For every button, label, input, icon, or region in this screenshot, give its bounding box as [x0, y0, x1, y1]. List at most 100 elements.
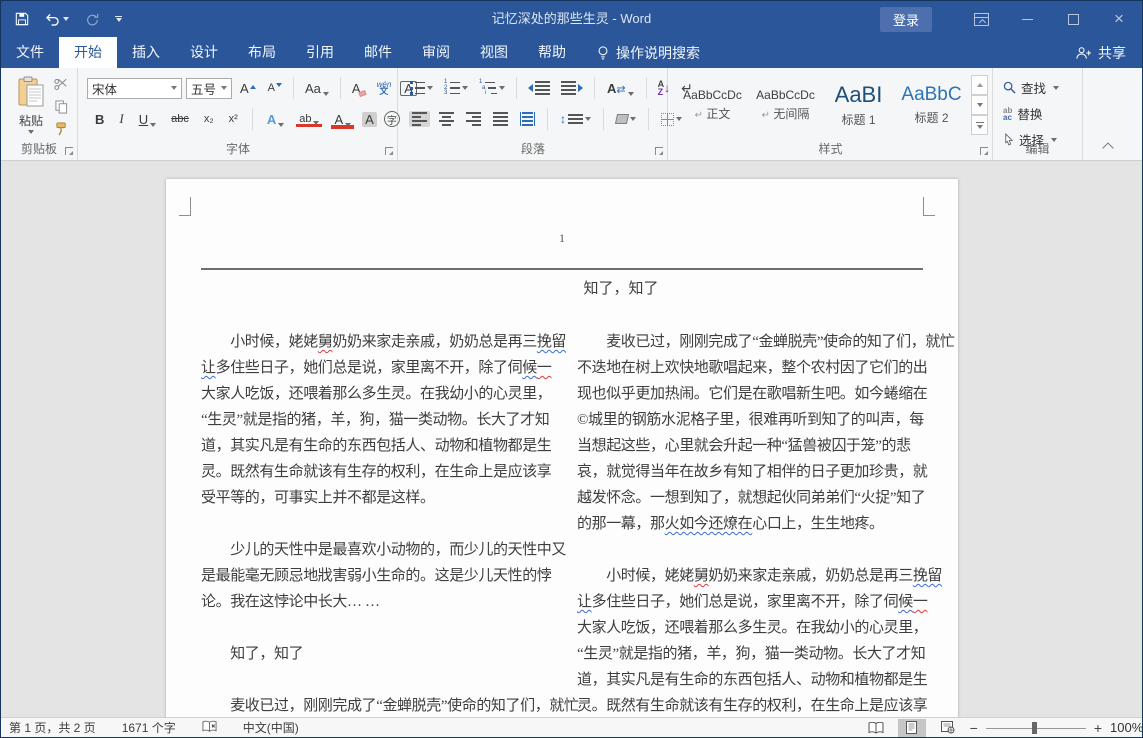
share-button[interactable]: 共享	[1075, 37, 1126, 68]
zoom-level[interactable]: 100%	[1110, 720, 1132, 735]
align-right-button[interactable]	[463, 111, 484, 127]
redo-icon[interactable]	[85, 12, 99, 26]
styles-scroll-up-button[interactable]	[971, 75, 988, 95]
distribute-button[interactable]	[517, 111, 538, 127]
shading-button[interactable]	[613, 113, 639, 125]
document-text-line[interactable]: 让多住些日子，她们总是说，家里离不开，除了伺候一	[577, 589, 933, 615]
multilevel-list-button[interactable]: 1ai	[476, 80, 508, 96]
document-text-line[interactable]	[201, 667, 557, 693]
save-icon[interactable]	[15, 12, 29, 26]
document-text-line[interactable]: 现也似乎更加热闹。它们是在歌唱新生吧。如今蜷缩在	[577, 381, 933, 407]
document-text-line[interactable]: 灵。既然有生命就该有生存的权利，在生命上是应该享	[201, 459, 557, 485]
undo-icon[interactable]	[45, 13, 69, 26]
line-spacing-button[interactable]: ↕	[557, 111, 594, 127]
section-title[interactable]: 知了，知了	[583, 277, 658, 298]
document-text-line[interactable]: 大家人吃饭，还喂着那么多生灵。在我幼小的心灵里，	[577, 615, 933, 641]
document-text-line[interactable]: 受平等的，可事实上并不都是这样。	[201, 485, 557, 511]
tab-insert[interactable]: 插入	[117, 37, 175, 68]
character-shading-button[interactable]: A	[362, 112, 377, 127]
tab-file[interactable]: 文件	[1, 37, 59, 68]
document-area[interactable]: 1 知了，知了 小时候，姥姥舅奶奶来家走亲戚，奶奶总是再三挽留让多住些日子，她们…	[1, 162, 1142, 719]
font-name-combo[interactable]: 宋体	[87, 78, 182, 99]
shrink-font-button[interactable]: A	[264, 81, 286, 95]
web-layout-button[interactable]	[934, 719, 962, 737]
document-text-line[interactable]: 当想起这些，心里就会升起一种“猛兽被囚于笼”的悲	[577, 433, 933, 459]
align-left-button[interactable]	[409, 111, 430, 127]
document-text-line[interactable]: 哀，就觉得当年在故乡有知了相伴的日子更加珍贵，就	[577, 459, 933, 485]
read-mode-button[interactable]	[862, 719, 890, 737]
format-painter-button[interactable]	[51, 120, 71, 137]
document-text-line[interactable]: 的那一幕，那火如今还燎在心口上，生生地疼。	[577, 511, 933, 537]
document-text-line[interactable]: 小时候，姥姥舅奶奶来家走亲戚，奶奶总是再三挽留	[577, 563, 933, 589]
document-text-line[interactable]: “生灵”就是指的猪，羊，狗，猫一类动物。长大了才知	[577, 641, 933, 667]
copy-button[interactable]	[51, 98, 71, 115]
tab-help[interactable]: 帮助	[523, 37, 581, 68]
document-text-line[interactable]: “生灵”就是指的猪，羊，狗，猫一类动物。长大了才知	[201, 407, 557, 433]
styles-scroll-down-button[interactable]	[971, 95, 988, 115]
styles-dialog-launcher[interactable]	[980, 147, 988, 155]
tab-references[interactable]: 引用	[291, 37, 349, 68]
zoom-in-button[interactable]: +	[1094, 720, 1102, 736]
maximize-button[interactable]	[1050, 1, 1096, 37]
document-text-line[interactable]: 小时候，姥姥舅奶奶来家走亲戚，奶奶总是再三挽留	[201, 329, 557, 355]
tab-design[interactable]: 设计	[175, 37, 233, 68]
font-color-button[interactable]: A	[330, 111, 355, 128]
page-indicator[interactable]: 第 1 页，共 2 页	[9, 719, 96, 736]
document-text-line[interactable]: 灵。既然有生命就该有生存的权利，在生命上是应该享	[577, 693, 933, 719]
document-text-line[interactable]: 越发怀念。一想到知了，就想起伙同弟弟们“火捉”知了	[577, 485, 933, 511]
font-dialog-launcher[interactable]	[385, 147, 393, 155]
document-text-line[interactable]: 少儿的天性中是最喜欢小动物的，而少儿的天性中又	[201, 537, 557, 563]
ribbon-display-options-button[interactable]	[958, 1, 1004, 37]
bold-button[interactable]: B	[91, 111, 108, 128]
language-indicator[interactable]: 中文(中国)	[243, 719, 299, 736]
paste-button[interactable]: 粘贴	[9, 76, 53, 134]
italic-button[interactable]: I	[115, 110, 127, 128]
document-text-line[interactable]: ©城里的钢筋水泥格子里，很难再听到知了的叫声，每	[577, 407, 933, 433]
document-text-line[interactable]: 麦收已过，刚刚完成了“金蝉脱壳”使命的知了们，就忙	[577, 329, 933, 355]
superscript-button[interactable]: x²	[225, 112, 242, 126]
document-text-line[interactable]	[201, 615, 557, 641]
tab-review[interactable]: 审阅	[407, 37, 465, 68]
minimize-button[interactable]	[1004, 1, 1050, 37]
underline-button[interactable]: U	[135, 111, 160, 128]
find-button[interactable]: 查找	[1003, 78, 1082, 97]
tab-view[interactable]: 视图	[465, 37, 523, 68]
numbering-button[interactable]: 123	[441, 80, 471, 96]
grow-font-button[interactable]: A	[236, 80, 260, 97]
document-text-line[interactable]: 道，其实凡是有生命的东西包括人、动物和植物都是生	[201, 433, 557, 459]
enclose-characters-button[interactable]: 字	[384, 111, 400, 127]
cut-button[interactable]	[51, 76, 71, 93]
align-center-button[interactable]	[436, 111, 457, 127]
justify-button[interactable]	[490, 111, 511, 127]
style-normal[interactable]: AaBbCcDc ↵ 正文	[677, 75, 748, 135]
document-text-line[interactable]: 道，其实凡是有生命的东西包括人、动物和植物都是生	[577, 667, 933, 693]
print-layout-button[interactable]	[898, 719, 926, 737]
customize-qat-icon[interactable]	[115, 16, 122, 22]
document-text-line[interactable]: 让多住些日子，她们总是说，家里离不开，除了伺候一	[201, 355, 557, 381]
style-heading2[interactable]: AaBbC 标题 2	[896, 75, 967, 135]
document-text-line[interactable]	[201, 511, 557, 537]
strikethrough-button[interactable]: abc	[167, 112, 193, 126]
proofing-status[interactable]	[202, 720, 217, 736]
word-count[interactable]: 1671 个字	[122, 719, 176, 736]
replace-button[interactable]: abac 替换	[1003, 104, 1082, 123]
zoom-slider-handle[interactable]	[1032, 722, 1037, 734]
document-text-line[interactable]: 大家人吃饭，还喂着那么多生灵。在我幼小的心灵里，	[201, 381, 557, 407]
clear-formatting-button[interactable]: A	[348, 80, 370, 97]
styles-more-button[interactable]	[971, 115, 988, 135]
document-text-line[interactable]: 麦收已过，刚刚完成了“金蝉脱壳”使命的知了们，就忙	[201, 693, 557, 719]
subscript-button[interactable]: x₂	[200, 112, 218, 126]
style-heading1[interactable]: AaBI 标题 1	[823, 75, 894, 135]
change-case-button[interactable]: Aa	[301, 80, 333, 97]
document-page[interactable]: 1 知了，知了 小时候，姥姥舅奶奶来家走亲戚，奶奶总是再三挽留让多住些日子，她们…	[166, 179, 958, 719]
font-size-combo[interactable]: 五号	[186, 78, 232, 99]
asian-layout-button[interactable]: A⇄	[603, 80, 638, 97]
clipboard-dialog-launcher[interactable]	[65, 147, 73, 155]
document-text-line[interactable]: 是最能毫无顾忌地戕害弱小生命的。这是少儿天性的悖	[201, 563, 557, 589]
tell-me-search[interactable]: 操作说明搜索	[597, 37, 700, 68]
style-no-spacing[interactable]: AaBbCcDc ↵ 无间隔	[750, 75, 821, 135]
zoom-out-button[interactable]: −	[970, 720, 978, 736]
tab-home[interactable]: 开始	[59, 37, 117, 68]
phonetic-guide-button[interactable]: wén文	[374, 80, 395, 96]
tab-layout[interactable]: 布局	[233, 37, 291, 68]
